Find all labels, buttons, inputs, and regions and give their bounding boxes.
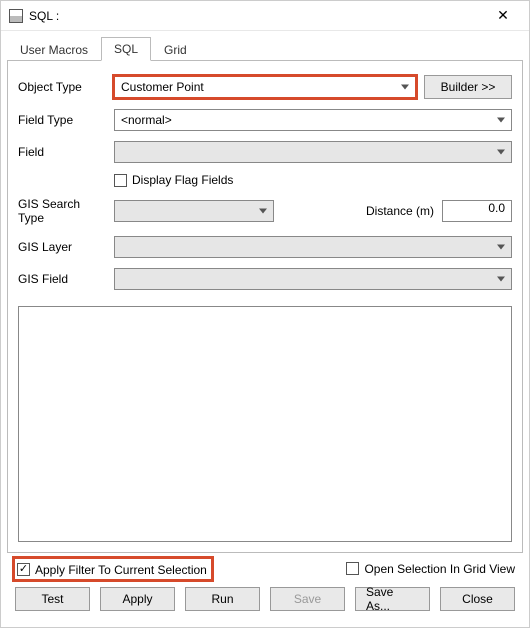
label-gis-search-type: GIS Search Type xyxy=(18,197,106,226)
tabstrip: User Macros SQL Grid xyxy=(7,37,523,61)
close-icon[interactable]: ✕ xyxy=(483,3,523,29)
bottom-bar: Apply Filter To Current Selection Open S… xyxy=(7,553,523,619)
tab-user-macros[interactable]: User Macros xyxy=(7,38,101,61)
gis-field-combo[interactable] xyxy=(114,268,512,290)
builder-button[interactable]: Builder >> xyxy=(424,75,512,99)
label-distance: Distance (m) xyxy=(366,204,434,218)
gis-layer-combo[interactable] xyxy=(114,236,512,258)
label-gis-field: GIS Field xyxy=(18,272,106,286)
window-title: SQL : xyxy=(29,9,483,23)
test-button[interactable]: Test xyxy=(15,587,90,611)
apply-filter-label: Apply Filter To Current Selection xyxy=(35,563,207,577)
run-button[interactable]: Run xyxy=(185,587,260,611)
checkbox-icon xyxy=(114,174,127,187)
client-area: User Macros SQL Grid Object Type Custome… xyxy=(1,31,529,625)
open-selection-label: Open Selection In Grid View xyxy=(364,562,515,576)
tab-body-sql: Object Type Customer Point Builder >> Fi… xyxy=(7,61,523,553)
checkbox-icon xyxy=(17,563,30,576)
tab-grid[interactable]: Grid xyxy=(151,38,200,61)
apply-button[interactable]: Apply xyxy=(100,587,175,611)
label-field-type: Field Type xyxy=(18,113,106,127)
display-flag-checkbox[interactable]: Display Flag Fields xyxy=(114,173,233,187)
save-button[interactable]: Save xyxy=(270,587,345,611)
label-object-type: Object Type xyxy=(18,80,106,94)
gis-search-type-combo[interactable] xyxy=(114,200,274,222)
app-icon xyxy=(9,9,23,23)
field-combo[interactable] xyxy=(114,141,512,163)
checkbox-icon xyxy=(346,562,359,575)
object-type-combo[interactable]: Customer Point xyxy=(114,76,416,98)
tab-sql[interactable]: SQL xyxy=(101,37,151,61)
open-selection-checkbox[interactable]: Open Selection In Grid View xyxy=(346,562,515,576)
close-button[interactable]: Close xyxy=(440,587,515,611)
apply-filter-checkbox[interactable]: Apply Filter To Current Selection xyxy=(17,563,207,577)
display-flag-label: Display Flag Fields xyxy=(132,173,233,187)
label-field: Field xyxy=(18,145,106,159)
titlebar: SQL : ✕ xyxy=(1,1,529,31)
distance-input[interactable]: 0.0 xyxy=(442,200,512,222)
save-as-button[interactable]: Save As... xyxy=(355,587,430,611)
distance-value: 0.0 xyxy=(488,201,505,215)
label-gis-layer: GIS Layer xyxy=(18,240,106,254)
field-type-value: <normal> xyxy=(121,113,172,127)
object-type-value: Customer Point xyxy=(121,80,204,94)
field-type-combo[interactable]: <normal> xyxy=(114,109,512,131)
sql-editor[interactable] xyxy=(18,306,512,542)
